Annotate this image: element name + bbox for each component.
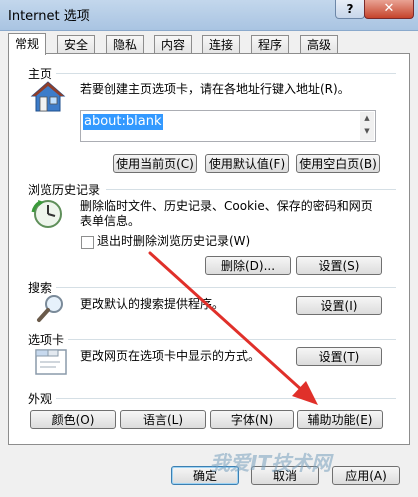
use-default-button[interactable]: 使用默认值(F) <box>205 154 289 173</box>
languages-button[interactable]: 语言(L) <box>120 410 206 429</box>
title-bar: Internet 选项 ? ✕ <box>0 0 418 31</box>
colors-button[interactable]: 颜色(O) <box>30 410 116 429</box>
accessibility-button[interactable]: 辅助功能(E) <box>297 410 383 429</box>
tab-advanced[interactable]: 高级 <box>300 35 339 54</box>
help-button[interactable]: ? <box>335 0 365 19</box>
tab-privacy[interactable]: 隐私 <box>106 35 145 54</box>
appearance-section-rule <box>56 398 396 399</box>
scroll-up-icon[interactable]: ▲ <box>360 112 374 125</box>
delete-history-button[interactable]: 删除(D)... <box>205 256 291 275</box>
use-current-page-button[interactable]: 使用当前页(C) <box>113 154 197 173</box>
scroll-down-icon[interactable]: ▼ <box>360 125 374 138</box>
delete-history-on-exit-checkbox[interactable] <box>81 236 94 249</box>
search-description: 更改默认的搜索提供程序。 <box>80 297 225 311</box>
history-settings-button[interactable]: 设置(S) <box>296 256 382 275</box>
tabs-settings-button[interactable]: 设置(T) <box>296 347 382 366</box>
url-box-scrollbar[interactable]: ▲ ▼ <box>360 112 374 140</box>
tab-connections[interactable]: 连接 <box>202 35 241 54</box>
history-description-line1: 删除临时文件、历史记录、Cookie、保存的密码和网页 <box>80 199 373 213</box>
home-page-url: about:blank <box>83 114 163 130</box>
use-blank-button[interactable]: 使用空白页(B) <box>296 154 380 173</box>
history-clock-icon <box>31 200 62 228</box>
magnifier-icon <box>37 295 63 322</box>
window-title: Internet 选项 <box>8 9 90 24</box>
tab-content[interactable]: 内容 <box>154 35 193 54</box>
home-page-address-input[interactable]: about:blank ▲ ▼ <box>80 110 376 142</box>
history-section-rule <box>106 189 396 190</box>
watermark-text: 我爱IT技术网 <box>210 451 332 475</box>
tab-general[interactable]: 常规 <box>8 33 47 55</box>
close-button[interactable]: ✕ <box>364 0 414 19</box>
house-icon <box>30 81 66 112</box>
history-section-title: 浏览历史记录 <box>28 183 101 197</box>
search-settings-button[interactable]: 设置(I) <box>296 296 382 315</box>
tabbed-window-icon <box>35 349 67 375</box>
tabs-section-rule <box>68 339 396 340</box>
history-description-line2: 表单信息。 <box>80 214 141 228</box>
home-description: 若要创建主页选项卡，请在各地址行键入地址(R)。 <box>80 82 350 96</box>
delete-history-on-exit-label: 退出时删除浏览历史记录(W) <box>97 234 251 248</box>
search-section-rule <box>56 287 396 288</box>
tabs-description: 更改网页在选项卡中显示的方式。 <box>80 349 261 363</box>
appearance-section-title: 外观 <box>28 392 53 406</box>
tab-programs[interactable]: 程序 <box>251 35 290 54</box>
fonts-button[interactable]: 字体(N) <box>210 410 294 429</box>
tab-security[interactable]: 安全 <box>57 35 96 54</box>
home-section-rule <box>56 73 396 74</box>
watermark: 我爱IT技术网 <box>210 447 418 497</box>
